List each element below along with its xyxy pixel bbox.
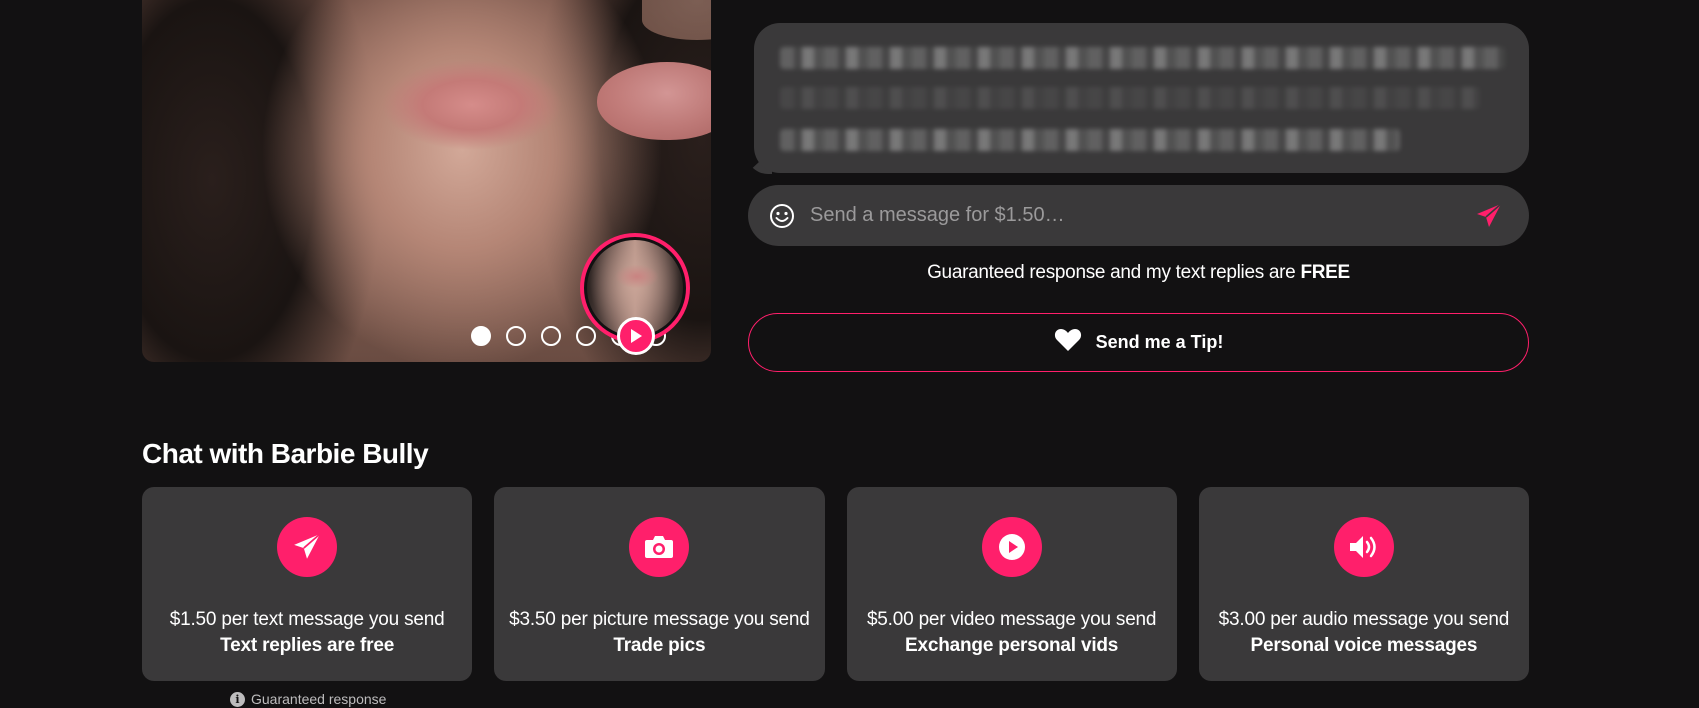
- card-perk: Text replies are free: [220, 635, 395, 656]
- heart-icon: [1054, 328, 1082, 357]
- card-price: $5.00 per video message you send: [866, 609, 1157, 630]
- blurred-text-line: [780, 129, 1400, 151]
- blurred-message-bubble: [754, 23, 1529, 173]
- card-price: $3.50 per picture message you send: [509, 609, 810, 630]
- message-input[interactable]: [810, 204, 1475, 227]
- blurred-text-line: [780, 47, 1505, 69]
- pricing-card-audio[interactable]: $3.00 per audio message you send Persona…: [1198, 487, 1529, 681]
- carousel-dot[interactable]: [576, 326, 596, 346]
- photo-detail: [597, 62, 711, 140]
- camera-icon: [629, 517, 690, 577]
- footnote-text: Guaranteed response: [251, 691, 387, 707]
- pricing-card-text[interactable]: $1.50 per text message you send Text rep…: [142, 487, 473, 681]
- carousel-dot[interactable]: [506, 326, 526, 346]
- guarantee-emphasis: FREE: [1300, 262, 1350, 283]
- blurred-text-line: [780, 87, 1480, 109]
- pricing-card-video[interactable]: $5.00 per video message you send Exchang…: [846, 487, 1177, 681]
- carousel-dot[interactable]: [541, 326, 561, 346]
- card-price: $3.00 per audio message you send: [1218, 609, 1510, 630]
- card-perk: Exchange personal vids: [905, 635, 1119, 656]
- section-title: Chat with Barbie Bully: [142, 438, 429, 469]
- speaker-icon: [1333, 517, 1394, 577]
- guarantee-text: Guaranteed response and my text replies …: [927, 262, 1301, 283]
- paper-plane-icon: [277, 517, 338, 577]
- card-perk: Personal voice messages: [1250, 635, 1478, 656]
- carousel-dot[interactable]: [471, 326, 491, 346]
- card-price: $1.50 per text message you send: [169, 609, 445, 630]
- pricing-cards: $1.50 per text message you send Text rep…: [142, 487, 1529, 681]
- tip-label: Send me a Tip!: [1095, 332, 1224, 352]
- pricing-card-picture[interactable]: $3.50 per picture message you send Trade…: [494, 487, 825, 681]
- play-icon[interactable]: [617, 317, 655, 355]
- guaranteed-response-note: i Guaranteed response: [230, 691, 386, 707]
- card-perk: Trade pics: [613, 635, 706, 656]
- story-avatar-button[interactable]: [580, 233, 690, 355]
- send-tip-button[interactable]: Send me a Tip!: [748, 313, 1529, 372]
- emoji-icon[interactable]: [768, 202, 796, 230]
- play-icon: [981, 517, 1042, 577]
- guarantee-note: Guaranteed response and my text replies …: [748, 262, 1529, 284]
- info-icon[interactable]: i: [230, 691, 245, 707]
- message-composer: [748, 185, 1529, 246]
- send-icon[interactable]: [1475, 202, 1503, 230]
- photo-detail: [642, 0, 711, 40]
